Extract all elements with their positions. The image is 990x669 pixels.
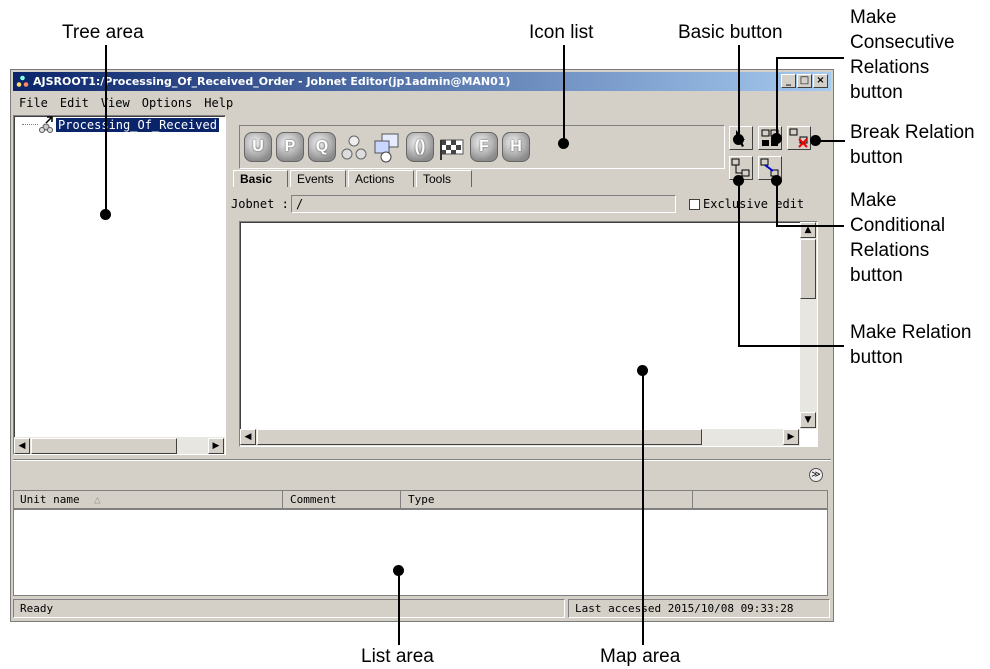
scroll-left-button[interactable]: ◀	[14, 438, 30, 454]
jobnet-field: /	[291, 195, 676, 213]
marker-basic-button	[733, 134, 744, 145]
callout-break-l1: Break Relation	[850, 122, 975, 143]
leader-list-area	[398, 570, 400, 645]
exclusive-edit-label[interactable]: Exclusive edit	[703, 196, 804, 212]
callout-consecutive-l3: Relations	[850, 57, 930, 78]
p-unit-icon[interactable]: P	[276, 132, 304, 162]
leader-consecutive-v	[776, 57, 778, 137]
leader-consecutive-h	[776, 57, 844, 59]
callout-conditional-l3: Relations	[850, 240, 930, 261]
map-scroll-right-button[interactable]: ▶	[783, 429, 799, 445]
leader-make-relation-h	[738, 345, 844, 347]
marker-make-relation	[733, 175, 744, 186]
title-bar[interactable]: AJSROOT1:/Processing_Of_Received_Order -…	[13, 72, 831, 91]
callout-break-l2: button	[850, 147, 903, 168]
leader-conditional-v	[776, 180, 778, 226]
exclusive-edit-checkbox[interactable]	[689, 199, 700, 210]
marker-consecutive	[771, 133, 782, 144]
leader-tree-area	[105, 45, 107, 215]
callout-tree-area: Tree area	[62, 22, 144, 43]
icon-list: U P Q () F H	[239, 125, 725, 169]
list-area[interactable]	[13, 509, 828, 596]
tree-item-selected[interactable]: Processing_Of_Received	[56, 118, 219, 132]
marker-conditional	[771, 175, 782, 186]
break-relation-icon	[789, 128, 808, 148]
tree-scroll-thumb[interactable]	[31, 438, 177, 454]
last-accessed-text: Last accessed 2015/10/08 09:33:28	[568, 599, 830, 618]
splitter[interactable]	[13, 459, 831, 461]
tree-area: Processing_Of_Received ◀ ▶	[13, 115, 226, 455]
status-text: Ready	[13, 599, 565, 618]
minimize-button[interactable]: _	[781, 74, 796, 88]
marker-tree-area	[100, 209, 111, 220]
menu-edit[interactable]: Edit	[60, 96, 89, 110]
u-unit-icon[interactable]: U	[244, 132, 272, 162]
maximize-button[interactable]: □	[797, 74, 812, 88]
q-unit-icon[interactable]: Q	[308, 132, 336, 162]
callout-conditional-l1: Make	[850, 190, 897, 211]
menu-options[interactable]: Options	[142, 96, 193, 110]
callout-basic-button: Basic button	[678, 22, 783, 43]
jobnet-tree-icon	[39, 116, 53, 133]
jobnet-label: Jobnet :	[231, 197, 289, 211]
leader-icon-list	[563, 45, 565, 143]
callout-consecutive-l1: Make	[850, 7, 897, 28]
tab-tools[interactable]: Tools	[416, 170, 472, 187]
callout-conditional-l2: Conditional	[850, 215, 946, 236]
menu-file[interactable]: File	[19, 96, 48, 110]
callout-consecutive-l4: button	[850, 82, 903, 103]
tab-basic[interactable]: Basic	[233, 170, 288, 187]
tab-events[interactable]: Events	[290, 170, 346, 187]
sort-indicator-icon: △	[94, 493, 101, 506]
col-unit-name[interactable]: Unit name	[20, 491, 80, 508]
list-header: Unit name △ Comment Type	[13, 490, 828, 509]
file-transfer-icon[interactable]: F	[470, 132, 498, 162]
expand-list-button[interactable]: ≫	[809, 468, 823, 482]
http-job-icon[interactable]: H	[502, 132, 530, 162]
map-hscroll-thumb[interactable]	[257, 429, 702, 445]
col-comment[interactable]: Comment	[290, 491, 336, 508]
close-button[interactable]: ×	[813, 74, 828, 88]
map-vscroll-thumb[interactable]	[800, 239, 816, 299]
scroll-right-button[interactable]: ▶	[208, 438, 224, 454]
marker-icon-list	[558, 138, 569, 149]
menu-help[interactable]: Help	[204, 96, 233, 110]
tree-connector-line	[22, 124, 38, 125]
leader-basic-button	[738, 45, 740, 138]
jobnet-connector-icon[interactable]	[340, 134, 368, 162]
callout-icon-list: Icon list	[529, 22, 594, 43]
callout-make-relation-l2: button	[850, 347, 903, 368]
menu-bar: File Edit View Options Help	[13, 94, 831, 112]
leader-conditional-h	[776, 225, 844, 227]
callout-make-relation-l1: Make Relation	[850, 322, 972, 343]
map-scroll-left-button[interactable]: ◀	[240, 429, 256, 445]
tab-actions[interactable]: Actions	[348, 170, 414, 187]
flag-job-icon[interactable]	[438, 134, 466, 162]
jobnet-editor-window: AJSROOT1:/Processing_Of_Received_Order -…	[10, 69, 834, 622]
scroll-down-button[interactable]: ▼	[800, 412, 816, 428]
judgment-job-icon[interactable]: ()	[406, 132, 434, 162]
callout-list-area: List area	[361, 646, 434, 667]
leader-make-relation-v	[738, 180, 740, 347]
callout-conditional-l4: button	[850, 265, 903, 286]
col-type[interactable]: Type	[408, 491, 435, 508]
leader-map-area	[642, 370, 644, 645]
command-job-icon[interactable]	[372, 132, 402, 164]
map-area[interactable]: ▲ ▼ ◀ ▶	[239, 221, 818, 447]
app-icon	[16, 75, 29, 87]
marker-break	[810, 135, 821, 146]
break-relation-button[interactable]	[787, 126, 811, 150]
callout-consecutive-l2: Consecutive	[850, 32, 955, 53]
callout-map-area: Map area	[600, 646, 681, 667]
